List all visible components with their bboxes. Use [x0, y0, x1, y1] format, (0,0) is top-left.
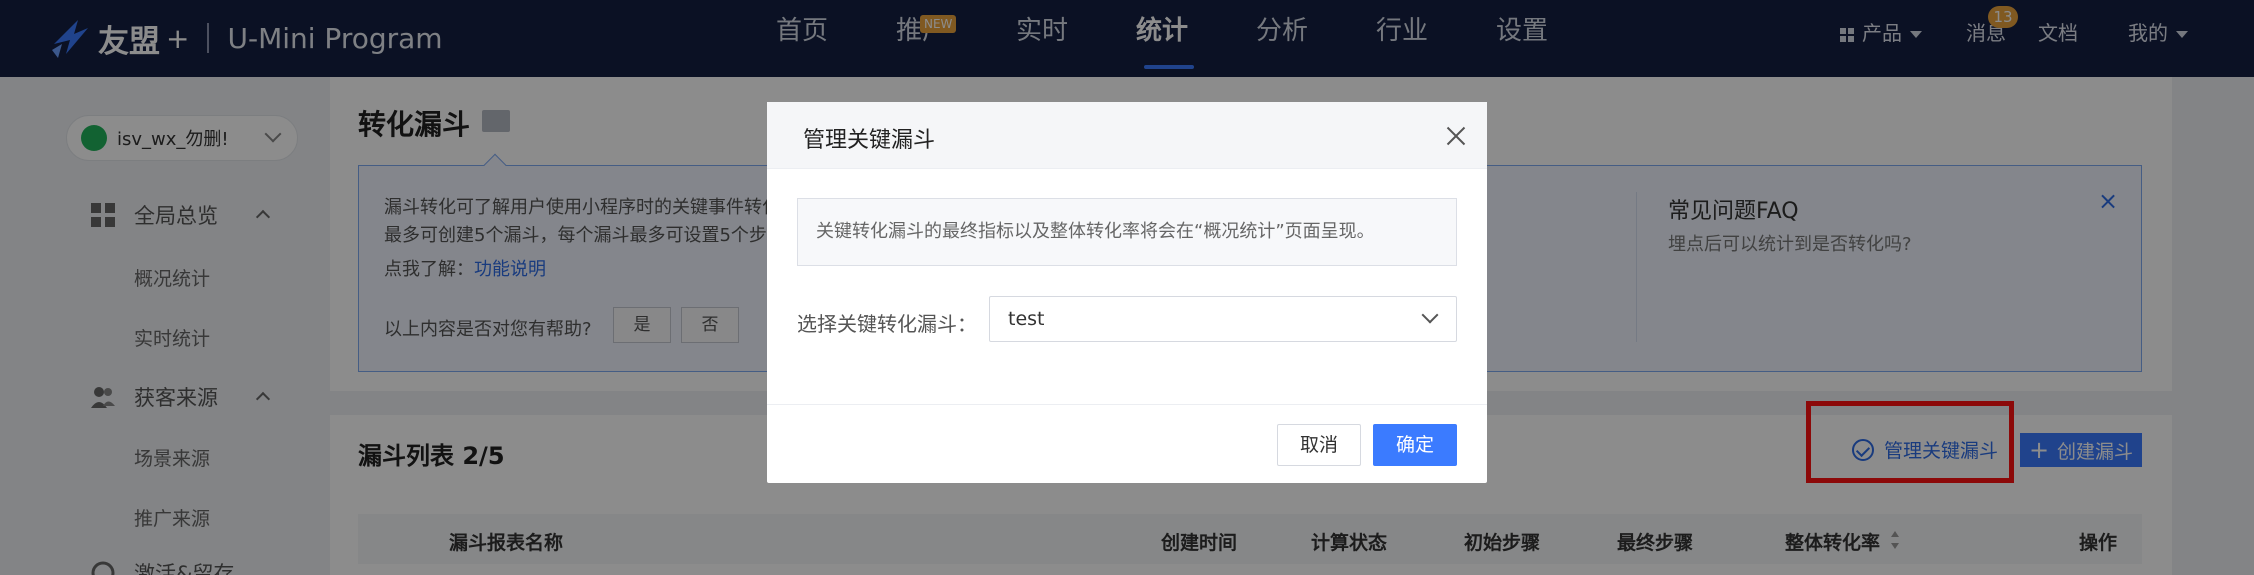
- close-icon[interactable]: [1444, 124, 1468, 148]
- select-value: test: [1008, 308, 1045, 330]
- cancel-button[interactable]: 取消: [1277, 424, 1361, 466]
- dialog-footer-divider: [767, 404, 1487, 405]
- key-funnel-select[interactable]: test: [989, 296, 1457, 342]
- chevron-down-icon: [1421, 306, 1439, 324]
- confirm-button[interactable]: 确定: [1373, 424, 1457, 466]
- manage-key-funnel-dialog: 管理关键漏斗 关键转化漏斗的最终指标以及整体转化率将会在“概况统计”页面呈现。 …: [767, 102, 1487, 483]
- select-label: 选择关键转化漏斗：: [797, 312, 977, 336]
- dialog-header: 管理关键漏斗: [767, 102, 1487, 169]
- dialog-notice: 关键转化漏斗的最终指标以及整体转化率将会在“概况统计”页面呈现。: [797, 198, 1457, 266]
- dialog-title: 管理关键漏斗: [803, 128, 936, 153]
